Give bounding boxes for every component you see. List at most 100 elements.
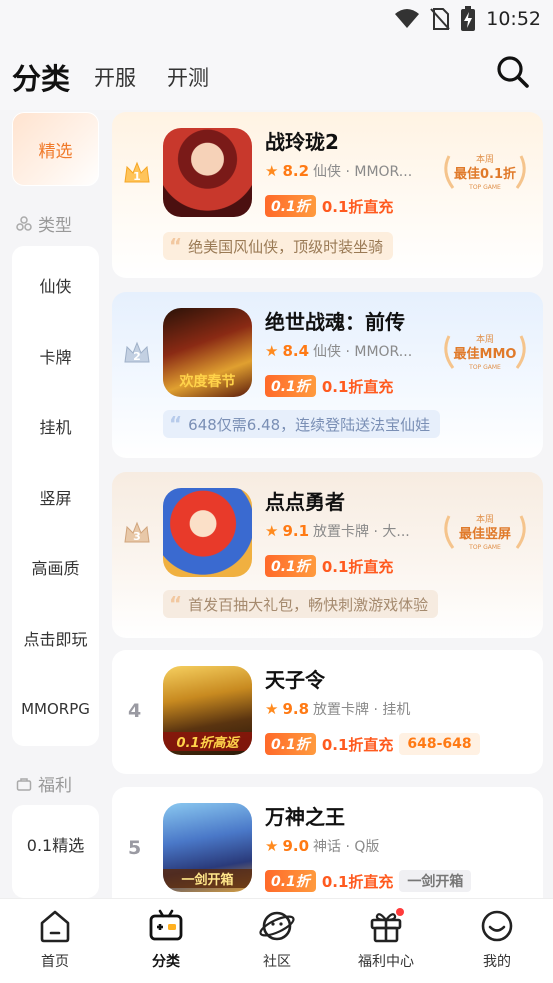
game-card[interactable]: 5 一剑开箱 万神之王 ★ 9.0 神话 · Q版 0.1折 0.1折直充 一剑… (112, 787, 543, 911)
search-icon[interactable] (495, 54, 531, 90)
discount-badge: 0.1折 (265, 555, 316, 577)
icon-caption: 一剑开箱 (163, 869, 252, 888)
rating-row: ★ 9.0 神话 · Q版 (265, 836, 379, 856)
svg-text:最佳MMO: 最佳MMO (454, 346, 517, 362)
game-icon-image: 0.1折高返 (163, 666, 252, 755)
game-icon-image (163, 488, 252, 577)
game-meta: 放置卡牌 · 大... (313, 524, 410, 540)
game-score: 9.0 (282, 837, 310, 855)
nav-label: 福利中心 (358, 954, 414, 970)
bottom-nav: 首页 分类 社区 福利中心 我的 (0, 898, 553, 983)
sidebar-item-featured[interactable]: 精选 (12, 112, 99, 186)
game-card[interactable]: 3 点点勇者 ★ 9.1 放置卡牌 · 大... 0.1折 0.1折直充 本周 … (112, 472, 543, 638)
quote-icon: “ (169, 234, 183, 258)
game-icon-image (163, 128, 252, 217)
nav-community[interactable]: 社区 (237, 907, 317, 971)
star-icon: ★ (265, 837, 279, 855)
rating-row: ★ 8.4 仙侠 · MMOR... (265, 341, 412, 361)
rating-row: ★ 9.1 放置卡牌 · 大... (265, 521, 410, 541)
tags-row: 0.1折 0.1折直充 648-648 (265, 733, 480, 755)
game-score: 8.4 (282, 342, 310, 360)
sidebar-item-instant-play[interactable]: 点击即玩 (12, 618, 99, 658)
game-score: 8.2 (282, 162, 310, 180)
game-title: 战玲珑2 (265, 130, 339, 154)
svg-text:本周: 本周 (476, 153, 494, 165)
rank-crown-silver-icon: 2 (124, 341, 150, 363)
sidebar-item-idle[interactable]: 挂机 (12, 406, 99, 446)
rank-crown-bronze-icon: 3 (124, 521, 150, 543)
sidebar-item-portrait[interactable]: 竖屏 (12, 477, 99, 517)
category-icon (149, 909, 183, 941)
nav-label: 首页 (41, 954, 69, 970)
tab-server-open[interactable]: 开服 (94, 62, 136, 92)
award-laurel-icon: 本周 最佳竖屏 TOP GAME (444, 513, 526, 551)
promo-tag: 一剑开箱 (399, 870, 472, 892)
sidebar-item-card[interactable]: 卡牌 (12, 336, 99, 376)
game-meta: 仙侠 · MMOR... (313, 344, 413, 360)
tab-test-open[interactable]: 开测 (167, 62, 209, 92)
game-slogan: “ 首发百抽大礼包，畅快刺激游戏体验 (163, 590, 439, 618)
sidebar-item-mmorpg[interactable]: MMORPG (12, 689, 99, 729)
game-slogan: “ 绝美国风仙侠，顶级时装坐骑 (163, 232, 394, 260)
sidebar-item-hd[interactable]: 高画质 (12, 547, 99, 587)
sidebar-section-title: 类型 (38, 216, 72, 236)
home-icon (40, 910, 70, 943)
game-meta: 放置卡牌 · 挂机 (313, 702, 411, 718)
icon-caption: 欢度春节 (179, 374, 236, 390)
nav-welfare-center[interactable]: 福利中心 (346, 907, 426, 971)
status-time: 10:52 (486, 8, 541, 30)
nav-label: 社区 (263, 954, 291, 970)
promo-tag: 648-648 (399, 733, 480, 755)
svg-text:本周: 本周 (476, 333, 494, 345)
svg-text:3: 3 (133, 530, 141, 543)
no-sim-icon (430, 8, 450, 30)
svg-text:最佳0.1折: 最佳0.1折 (454, 166, 516, 182)
discount-text: 0.1折直充 (321, 735, 394, 754)
svg-text:最佳竖屏: 最佳竖屏 (459, 526, 511, 542)
tab-category[interactable]: 分类 (12, 56, 70, 98)
sidebar-section-welfare: 福利 (16, 771, 72, 796)
game-score: 9.1 (282, 522, 310, 540)
game-title: 天子令 (265, 668, 325, 692)
sidebar-section-type: 类型 (16, 211, 72, 236)
profile-icon (481, 910, 513, 942)
game-slogan: “ 648仅需6.48，连续登陆送法宝仙娃 (163, 410, 441, 438)
nav-home[interactable]: 首页 (15, 907, 95, 971)
game-card[interactable]: 2 欢度春节 绝世战魂：前传 ★ 8.4 仙侠 · MMOR... 0.1折 0… (112, 292, 543, 458)
game-card[interactable]: 1 战玲珑2 ★ 8.2 仙侠 · MMOR... 0.1折 0.1折直充 本周… (112, 112, 543, 278)
rank-crown-gold-icon: 1 (124, 161, 150, 183)
svg-text:2: 2 (133, 350, 141, 363)
welfare-icon (16, 777, 32, 791)
wifi-icon (395, 9, 420, 28)
svg-text:本周: 本周 (476, 513, 494, 525)
svg-text:1: 1 (133, 170, 141, 183)
game-meta: 神话 · Q版 (313, 839, 380, 855)
nav-label: 我的 (483, 954, 511, 970)
quote-icon: “ (169, 592, 183, 616)
discount-text: 0.1折直充 (321, 377, 394, 396)
sidebar-type-group: 仙侠 卡牌 挂机 竖屏 高画质 点击即玩 MMORPG (12, 246, 99, 746)
star-icon: ★ (265, 700, 279, 718)
sidebar-item-xianxia[interactable]: 仙侠 (12, 265, 99, 305)
quote-icon: “ (169, 412, 183, 436)
sidebar-item-welfare-featured[interactable]: 0.1精选 (12, 824, 99, 864)
sidebar-welfare-group: 0.1精选 (12, 805, 99, 898)
tags-row: 0.1折 0.1折直充 一剑开箱 (265, 870, 472, 892)
type-icon (16, 215, 32, 231)
sidebar-item-label: 精选 (38, 141, 73, 162)
tags-row: 0.1折 0.1折直充 (265, 195, 393, 217)
discount-badge: 0.1折 (265, 195, 316, 217)
game-card[interactable]: 4 0.1折高返 天子令 ★ 9.8 放置卡牌 · 挂机 0.1折 0.1折直充… (112, 650, 543, 774)
icon-caption: 0.1折高返 (163, 732, 252, 751)
discount-text: 0.1折直充 (321, 197, 394, 216)
nav-profile[interactable]: 我的 (457, 907, 537, 971)
star-icon: ★ (265, 522, 279, 540)
gift-icon (370, 908, 404, 943)
discount-text: 0.1折直充 (321, 872, 394, 891)
svg-text:TOP GAME: TOP GAME (468, 184, 501, 191)
discount-badge: 0.1折 (265, 375, 316, 397)
star-icon: ★ (265, 162, 279, 180)
nav-category[interactable]: 分类 (126, 907, 206, 971)
svg-text:TOP GAME: TOP GAME (468, 544, 501, 551)
status-bar: 10:52 (0, 0, 553, 38)
